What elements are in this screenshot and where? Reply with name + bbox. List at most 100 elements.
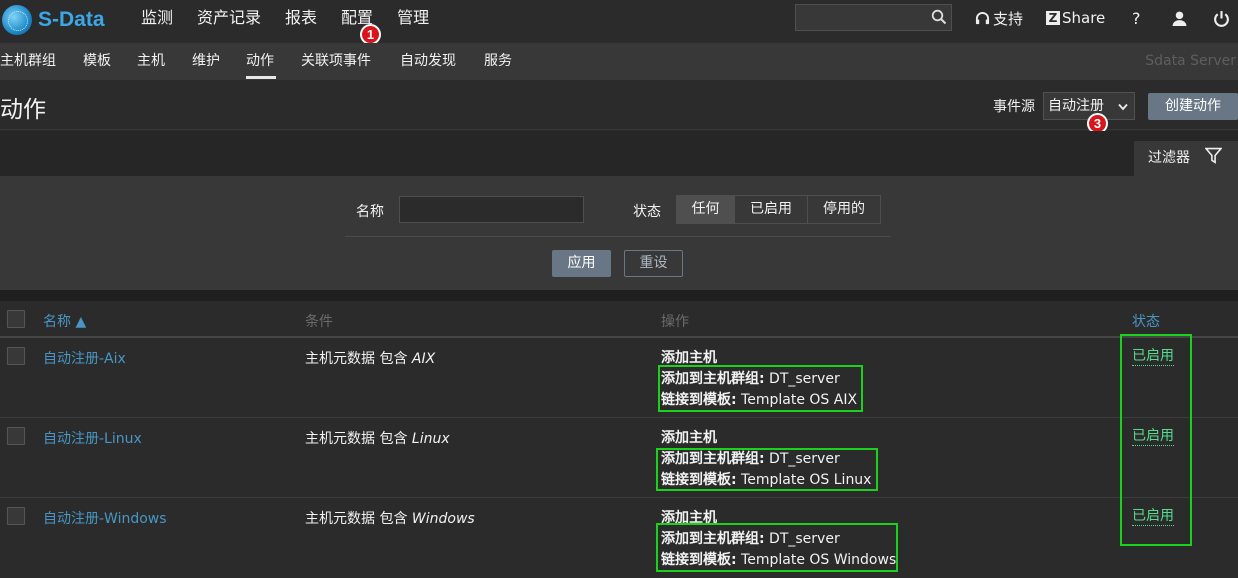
column-header-name[interactable]: 名称 ▲ (43, 311, 86, 331)
event-source-value: 自动注册 (1048, 98, 1104, 114)
filter-name-label: 名称 (356, 204, 384, 220)
page-header: 动作 事件源 自动注册 创建动作 (0, 80, 1238, 130)
power-icon (1214, 10, 1229, 27)
action-operations: 添加主机 添加到主机群组: DT_server 链接到模板: Template … (661, 428, 871, 491)
help-icon: ? (1132, 8, 1141, 28)
operation-link-template-value: Template OS Windows (736, 552, 897, 568)
help-button[interactable]: ? (1132, 0, 1141, 36)
operation-link-template-value: Template OS AIX (736, 392, 858, 408)
column-header-status[interactable]: 状态 (1132, 311, 1160, 331)
action-operations: 添加主机 添加到主机群组: DT_server 链接到模板: Template … (661, 348, 857, 411)
event-source-label: 事件源 (993, 99, 1035, 115)
status-option-disabled[interactable]: 停用的 (807, 195, 881, 224)
nav-item-inventory[interactable]: 资产记录 (197, 0, 261, 36)
section-gap (0, 290, 1238, 301)
condition-value: Windows (411, 511, 475, 527)
apply-button[interactable]: 应用 (552, 250, 611, 277)
sub-nav: 主机群组 模板 主机 维护 动作 关联项事件 自动发现 服务 Sdata Ser… (0, 43, 1238, 80)
operation-add-host: 添加主机 (661, 510, 717, 526)
nav-item-monitoring[interactable]: 监测 (141, 0, 173, 36)
subnav-item-actions[interactable]: 动作 (246, 43, 274, 80)
select-all-checkbox[interactable] (7, 310, 25, 328)
table-row: 自动注册-Windows 主机元数据 包含 Windows 添加主机 添加到主机… (0, 498, 1238, 578)
status-toggle[interactable]: 已启用 (1132, 508, 1174, 526)
action-operations: 添加主机 添加到主机群组: DT_server 链接到模板: Template … (661, 508, 896, 571)
status-option-enabled[interactable]: 已启用 (734, 195, 808, 224)
subnav-item-discovery[interactable]: 自动发现 (400, 43, 456, 80)
filter-divider (345, 236, 891, 237)
condition-value: Linux (411, 431, 450, 447)
subnav-item-hosts[interactable]: 主机 (137, 43, 165, 80)
share-label: Share (1062, 9, 1106, 27)
logo-globe-icon (2, 5, 32, 35)
chevron-down-icon (1118, 103, 1128, 111)
top-bar: S-Data 监测 资产记录 报表 配置 管理 支持 Z Share ? (0, 0, 1238, 43)
operation-add-host: 添加主机 (661, 350, 717, 366)
operation-add-group-value: DT_server (764, 451, 840, 467)
status-toggle[interactable]: 已启用 (1132, 428, 1174, 446)
table-header: 名称 ▲ 条件 操作 状态 (0, 301, 1238, 338)
operation-add-group-label: 添加到主机群组: (661, 531, 765, 547)
condition-text: 主机元数据 包含 (305, 351, 412, 367)
action-name-link[interactable]: 自动注册-Windows (43, 508, 167, 528)
row-checkbox[interactable] (7, 507, 25, 525)
headset-icon (975, 11, 990, 24)
server-name: Sdata Server (1145, 53, 1236, 69)
reset-button[interactable]: 重设 (624, 250, 683, 277)
page-title: 动作 (0, 97, 46, 123)
table-row: 自动注册-Linux 主机元数据 包含 Linux 添加主机 添加到主机群组: … (0, 418, 1238, 498)
user-icon (1172, 11, 1187, 26)
search-box (795, 4, 952, 31)
row-checkbox[interactable] (7, 347, 25, 365)
column-header-operations: 操作 (661, 314, 689, 330)
table-row: 自动注册-Aix 主机元数据 包含 AIX 添加主机 添加到主机群组: DT_s… (0, 338, 1238, 418)
filter-tab-label: 过滤器 (1148, 150, 1190, 166)
operation-link-template-label: 链接到模板: (661, 552, 737, 568)
status-toggle[interactable]: 已启用 (1132, 348, 1174, 366)
support-link[interactable]: 支持 (975, 0, 1023, 36)
status-option-any[interactable]: 任何 (676, 195, 735, 224)
operation-add-group-value: DT_server (764, 531, 840, 547)
logo[interactable]: S-Data (2, 4, 105, 36)
condition-text: 主机元数据 包含 (305, 431, 412, 447)
logo-text: S-Data (38, 8, 105, 31)
nav-item-administration[interactable]: 管理 (397, 0, 429, 36)
operation-link-template-label: 链接到模板: (661, 392, 737, 408)
action-condition: 主机元数据 包含 Linux (305, 428, 450, 448)
action-condition: 主机元数据 包含 Windows (305, 508, 475, 528)
row-checkbox[interactable] (7, 427, 25, 445)
operation-add-group-value: DT_server (764, 371, 840, 387)
subnav-item-event-correlation[interactable]: 关联项事件 (301, 43, 371, 80)
support-label: 支持 (993, 9, 1024, 28)
operation-link-template-label: 链接到模板: (661, 472, 737, 488)
main-nav: 监测 资产记录 报表 配置 管理 (141, 0, 453, 36)
filter-tab-strip (0, 131, 1238, 176)
subnav-item-services[interactable]: 服务 (484, 43, 512, 80)
create-action-button[interactable]: 创建动作 (1148, 93, 1238, 120)
signout-button[interactable] (1213, 0, 1230, 36)
condition-value: AIX (411, 351, 436, 367)
share-link[interactable]: Z Share (1046, 0, 1105, 36)
operation-add-group-label: 添加到主机群组: (661, 371, 765, 387)
operation-link-template-value: Template OS Linux (736, 472, 872, 488)
active-tab-indicator (246, 76, 276, 79)
profile-button[interactable] (1171, 0, 1188, 36)
operation-add-group-label: 添加到主机群组: (661, 451, 765, 467)
condition-text: 主机元数据 包含 (305, 511, 412, 527)
subnav-item-templates[interactable]: 模板 (83, 43, 111, 80)
operation-add-host: 添加主机 (661, 430, 717, 446)
subnav-item-host-groups[interactable]: 主机群组 (0, 43, 56, 80)
action-name-link[interactable]: 自动注册-Aix (43, 348, 126, 368)
filter-name-input[interactable] (399, 196, 584, 223)
subnav-item-maintenance[interactable]: 维护 (192, 43, 220, 80)
step-badge-1: 1 (360, 24, 381, 45)
action-condition: 主机元数据 包含 AIX (305, 348, 435, 368)
filter-panel (0, 176, 1238, 290)
nav-item-reports[interactable]: 报表 (285, 0, 317, 36)
action-name-link[interactable]: 自动注册-Linux (43, 428, 142, 448)
filter-toggle-tab[interactable]: 过滤器 (1134, 141, 1238, 176)
filter-status-label: 状态 (633, 204, 661, 220)
search-icon[interactable] (931, 9, 947, 25)
zabbix-share-icon: Z (1046, 11, 1060, 25)
search-input[interactable] (796, 5, 938, 30)
